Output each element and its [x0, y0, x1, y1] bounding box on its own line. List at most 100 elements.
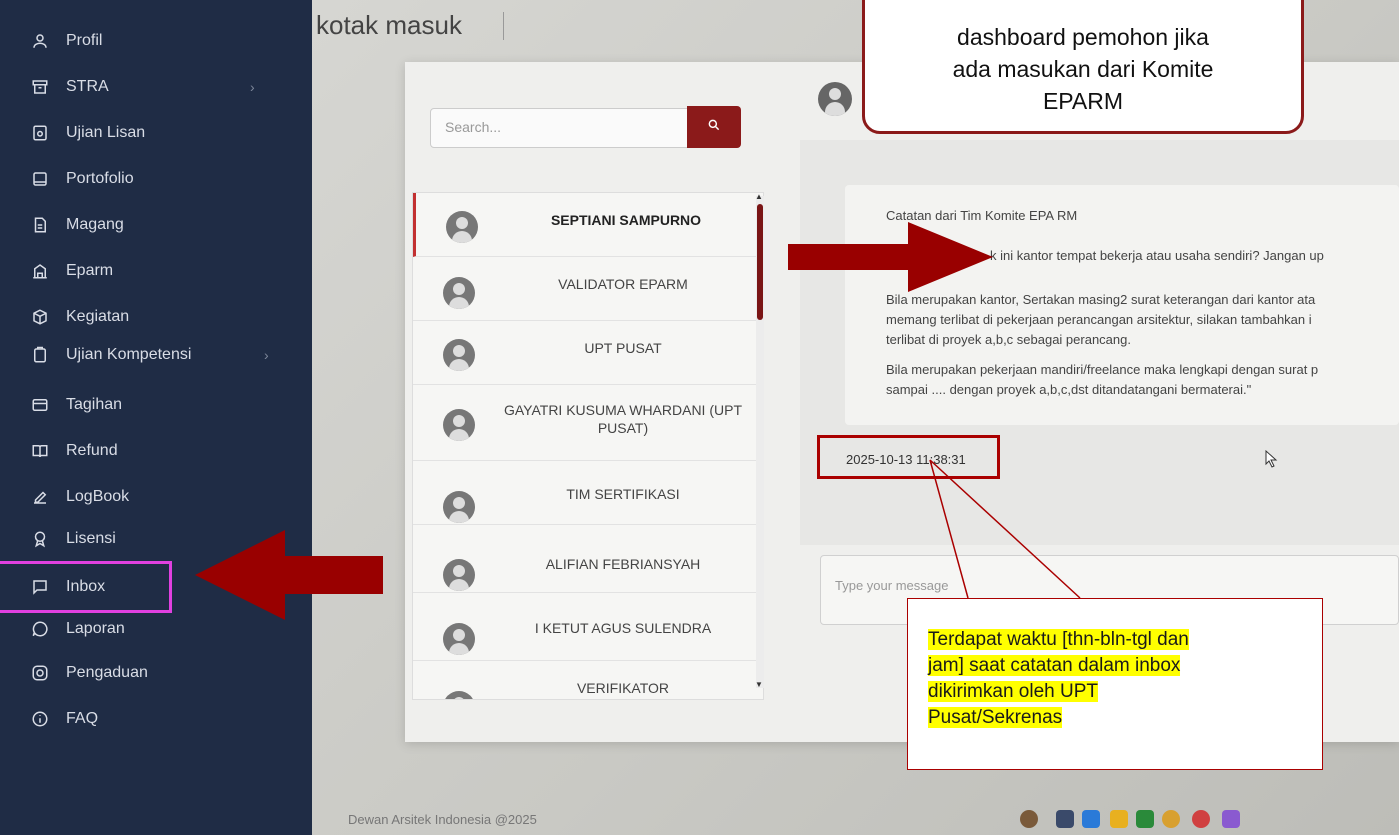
instagram-icon: [30, 663, 50, 683]
scroll-up-icon[interactable]: ▲: [755, 192, 763, 201]
sidebar-item-laporan[interactable]: Laporan: [30, 614, 125, 644]
sidebar-item-label: Kegiatan: [66, 308, 130, 325]
contact-item[interactable]: GAYATRI KUSUMA WHARDANI (UPT PUSAT): [413, 385, 758, 461]
sidebar-item-ujian-kompetensi[interactable]: Ujian Kompetensi ›: [30, 340, 269, 370]
sidebar-item-pengaduan[interactable]: Pengaduan: [30, 658, 148, 688]
contact-item[interactable]: I KETUT AGUS SULENDRA: [413, 593, 758, 661]
sidebar-item-label: Pengaduan: [66, 664, 148, 681]
info-icon: [30, 709, 50, 729]
callout-text: dikirimkan oleh UPT: [928, 681, 1098, 702]
taskbar-app-icon[interactable]: [1082, 810, 1100, 828]
browser-icon[interactable]: [1162, 810, 1180, 828]
message-line: Bila merupakan kantor, Sertakan masing2 …: [886, 292, 1316, 307]
sidebar-item-refund[interactable]: Refund: [30, 436, 118, 466]
taskbar-app-icon[interactable]: [1136, 810, 1154, 828]
contact-list: SEPTIANI SAMPURNO VALIDATOR EPARM UPT PU…: [412, 192, 764, 700]
sidebar-item-magang[interactable]: Magang: [30, 210, 124, 240]
avatar: [443, 491, 475, 523]
sidebar-item-label: LogBook: [66, 488, 130, 505]
taskbar-app-icon[interactable]: [1020, 810, 1038, 828]
sidebar-item-kegiatan[interactable]: Kegiatan: [30, 302, 129, 332]
taskbar-app-icon[interactable]: [1222, 810, 1240, 828]
scrollbar-thumb[interactable]: [757, 204, 763, 320]
sidebar-item-label: Lisensi: [66, 530, 116, 547]
sidebar-item-lisensi[interactable]: Lisensi: [30, 524, 116, 554]
package-icon: [30, 307, 50, 327]
contact-name: UPT PUSAT: [584, 340, 662, 356]
sidebar-item-label: Ujian Kompetensi: [66, 346, 192, 363]
search-button[interactable]: [687, 106, 741, 148]
sidebar-item-logbook[interactable]: LogBook: [30, 482, 129, 512]
callout-top: dashboard pemohon jika ada masukan dari …: [862, 0, 1304, 134]
callout-text: Pusat/Sekrenas: [928, 707, 1063, 728]
contact-name: I KETUT AGUS SULENDRA: [534, 620, 712, 636]
taskbar-app-icon[interactable]: [1056, 810, 1074, 828]
inbox-highlight-box: [0, 561, 172, 613]
search-icon: [707, 118, 721, 137]
browser-icon[interactable]: [1192, 810, 1210, 828]
message-line: memang terlibat di pekerjaan perancangan…: [886, 312, 1312, 327]
award-icon: [30, 529, 50, 549]
sidebar-item-eparm[interactable]: Eparm: [30, 256, 113, 286]
folder-icon[interactable]: [1110, 810, 1128, 828]
sidebar-item-stra[interactable]: STRA ›: [30, 72, 255, 102]
callout-text: EPARM: [1042, 88, 1124, 114]
sidebar-item-label: FAQ: [66, 710, 99, 727]
contact-name: SEPTIANI SAMPURNO: [550, 212, 702, 228]
sidebar-item-label: Laporan: [66, 620, 125, 637]
title-divider: [503, 12, 504, 40]
footer-text: Dewan Arsitek Indonesia @2025: [348, 812, 537, 827]
sidebar: Profil STRA › Ujian Lisan Portofolio Mag…: [0, 0, 312, 835]
search-input[interactable]: Search...: [430, 108, 688, 148]
contact-item[interactable]: TIM SERTIFIKASI: [413, 461, 758, 525]
user-icon: [30, 31, 50, 51]
page-title: kotak masuk: [316, 10, 462, 40]
book-icon: [30, 441, 50, 461]
folder-icon: [30, 169, 50, 189]
document-icon: [30, 215, 50, 235]
sidebar-item-portofolio[interactable]: Portofolio: [30, 164, 134, 194]
sidebar-item-label: Tagihan: [66, 396, 123, 413]
avatar: [443, 691, 475, 699]
contact-name: ALIFIAN FEBRIANSYAH: [545, 556, 701, 572]
timestamp-highlight-box: [817, 435, 1000, 479]
mouse-cursor-icon: [1265, 450, 1278, 468]
callout-text: ada masukan dari Komite: [952, 56, 1214, 82]
contact-name: VALIDATOR EPARM: [558, 276, 688, 292]
contact-name: GAYATRI KUSUMA WHARDANI (UPT PUSAT): [503, 402, 742, 436]
clipboard-icon: [30, 345, 50, 365]
avatar: [443, 559, 475, 591]
building-icon: [30, 261, 50, 281]
contact-name: TIM SERTIFIKASI: [566, 486, 680, 502]
sidebar-item-ujian-lisan[interactable]: Ujian Lisan: [30, 118, 145, 148]
contact-item[interactable]: ALIFIAN FEBRIANSYAH: [413, 525, 758, 593]
contact-item[interactable]: SEPTIANI SAMPURNO: [413, 193, 758, 257]
contact-item[interactable]: VERIFIKATOR: [413, 661, 758, 699]
avatar: [818, 82, 852, 116]
sidebar-item-tagihan[interactable]: Tagihan: [30, 390, 122, 420]
contact-item[interactable]: UPT PUSAT: [413, 321, 758, 385]
contact-item[interactable]: VALIDATOR EPARM: [413, 257, 758, 321]
contact-name: VERIFIKATOR: [576, 680, 670, 696]
scroll-down-icon[interactable]: ▼: [755, 680, 763, 689]
avatar: [443, 339, 475, 371]
callout-bottom: Terdapat waktu [thn-bln-tgl dan jam] saa…: [907, 598, 1323, 770]
callout-text: jam] saat catatan dalam inbox: [928, 655, 1181, 676]
sidebar-item-profil[interactable]: Profil: [30, 26, 102, 56]
card-icon: [30, 395, 50, 415]
message-line: k ini kantor tempat bekerja atau usaha s…: [990, 248, 1324, 263]
message-line: terlibat di proyek a,b,c sebagai peranca…: [886, 332, 1131, 347]
callout-text: Terdapat waktu [thn-bln-tgl dan: [928, 629, 1189, 650]
sidebar-item-label: STRA: [66, 78, 109, 95]
archive-icon: [30, 77, 50, 97]
sidebar-item-label: Portofolio: [66, 170, 134, 187]
avatar: [446, 211, 478, 243]
callout-text: dashboard pemohon jika: [957, 24, 1209, 50]
sidebar-item-faq[interactable]: FAQ: [30, 704, 98, 734]
message-line: sampai .... dengan proyek a,b,c,dst dita…: [886, 382, 1252, 397]
avatar: [443, 623, 475, 655]
chevron-right-icon: ›: [250, 79, 255, 95]
chat-icon: [30, 619, 50, 639]
sidebar-item-label: Profil: [66, 32, 103, 49]
message-line: Catatan dari Tim Komite EPA RM: [886, 208, 1078, 223]
